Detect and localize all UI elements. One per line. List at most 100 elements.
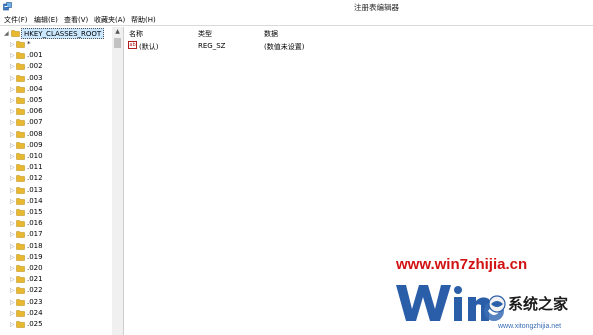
folder-icon: [16, 130, 25, 138]
menu-help[interactable]: 帮助(H): [131, 15, 156, 25]
expand-chevron-icon[interactable]: ▷: [10, 164, 15, 171]
value-row[interactable]: ab (默认) REG_SZ (数值未设置): [125, 40, 593, 51]
tree-item[interactable]: ▷ .009: [0, 140, 112, 151]
scroll-thumb[interactable]: [114, 38, 121, 48]
expand-chevron-icon[interactable]: ▷: [10, 198, 15, 205]
tree-item-label[interactable]: .008: [27, 130, 43, 138]
expand-chevron-icon[interactable]: ▷: [10, 119, 15, 126]
tree-item[interactable]: ▷ .025: [0, 319, 112, 330]
expand-chevron-icon[interactable]: ▷: [10, 63, 15, 70]
tree-item-label[interactable]: .009: [27, 141, 43, 149]
expand-chevron-icon[interactable]: ▷: [10, 52, 15, 59]
expand-chevron-icon[interactable]: ▷: [10, 108, 15, 115]
tree-item-label[interactable]: .025: [27, 320, 43, 328]
tree-item-label[interactable]: .007: [27, 118, 43, 126]
tree-item[interactable]: ▷ .016: [0, 218, 112, 229]
expand-chevron-icon[interactable]: ▷: [10, 142, 15, 149]
tree-item-label[interactable]: .001: [27, 51, 43, 59]
tree-item[interactable]: ▷ .003: [0, 73, 112, 84]
tree-item[interactable]: ▷ .008: [0, 129, 112, 140]
tree-item-label[interactable]: .020: [27, 264, 43, 272]
tree-item[interactable]: ▷ .002: [0, 61, 112, 72]
expand-chevron-icon[interactable]: ▷: [10, 321, 15, 328]
tree-item-label[interactable]: .016: [27, 219, 43, 227]
tree-item-label[interactable]: .014: [27, 197, 43, 205]
tree-item-label[interactable]: .011: [27, 163, 43, 171]
tree-item[interactable]: ▷ .012: [0, 173, 112, 184]
expand-chevron-icon[interactable]: ▷: [10, 299, 15, 306]
expand-chevron-icon[interactable]: ▷: [10, 86, 15, 93]
tree-item[interactable]: ▷ .005: [0, 95, 112, 106]
tree-item-label[interactable]: .018: [27, 242, 43, 250]
tree-item[interactable]: ▷ .001: [0, 50, 112, 61]
column-header-data[interactable]: 数据: [264, 29, 278, 39]
expand-chevron-icon[interactable]: ▷: [10, 97, 15, 104]
expand-chevron-icon[interactable]: ▷: [10, 231, 15, 238]
expand-chevron-icon[interactable]: ▷: [10, 75, 15, 82]
menu-file[interactable]: 文件(F): [4, 15, 28, 25]
folder-icon: [16, 107, 25, 115]
tree-item-label[interactable]: .021: [27, 275, 43, 283]
collapse-chevron-icon[interactable]: ◢: [4, 30, 9, 37]
tree-item[interactable]: ▷ .022: [0, 285, 112, 296]
menu-edit[interactable]: 编辑(E): [34, 15, 58, 25]
column-header-type[interactable]: 类型: [198, 29, 212, 39]
tree-item[interactable]: ▷ .017: [0, 229, 112, 240]
registry-tree[interactable]: ◢ HKEY_CLASSES_ROOT ▷ * ▷ .001 ▷ .002 ▷ .003 ▷ .0…: [0, 27, 124, 335]
expand-chevron-icon[interactable]: ▷: [10, 209, 15, 216]
tree-item[interactable]: ▷ .011: [0, 162, 112, 173]
expand-chevron-icon[interactable]: ▷: [10, 153, 15, 160]
expand-chevron-icon[interactable]: ▷: [10, 265, 15, 272]
tree-item[interactable]: ▷ .015: [0, 207, 112, 218]
tree-item[interactable]: ▷ .023: [0, 297, 112, 308]
menu-favorites[interactable]: 收藏夹(A): [94, 15, 125, 25]
tree-item[interactable]: ▷ .020: [0, 263, 112, 274]
tree-root-label[interactable]: HKEY_CLASSES_ROOT: [21, 28, 105, 39]
tree-item-label[interactable]: .019: [27, 253, 43, 261]
tree-item[interactable]: ▷ .019: [0, 252, 112, 263]
tree-item-label[interactable]: .013: [27, 186, 43, 194]
tree-item-label[interactable]: .024: [27, 309, 43, 317]
watermark-url: www.win7zhijia.cn: [396, 256, 528, 273]
expand-chevron-icon[interactable]: ▷: [10, 220, 15, 227]
expand-chevron-icon[interactable]: ▷: [10, 243, 15, 250]
expand-chevron-icon[interactable]: ▷: [10, 175, 15, 182]
expand-chevron-icon[interactable]: ▷: [10, 310, 15, 317]
tree-item[interactable]: ▷ .018: [0, 241, 112, 252]
scroll-up-arrow-icon[interactable]: ▲: [112, 27, 123, 36]
tree-item-label[interactable]: .002: [27, 62, 43, 70]
column-header-name[interactable]: 名称: [129, 29, 143, 39]
tree-item-label[interactable]: .022: [27, 286, 43, 294]
tree-item-label[interactable]: .017: [27, 230, 43, 238]
tree-item-label[interactable]: .023: [27, 298, 43, 306]
tree-item[interactable]: ▷ .013: [0, 185, 112, 196]
tree-item-label[interactable]: .005: [27, 96, 43, 104]
expand-chevron-icon[interactable]: ▷: [10, 276, 15, 283]
expand-chevron-icon[interactable]: ▷: [10, 41, 15, 48]
tree-item[interactable]: ▷ .010: [0, 151, 112, 162]
tree-item-label[interactable]: .015: [27, 208, 43, 216]
tree-item-label[interactable]: .010: [27, 152, 43, 160]
tree-item-label[interactable]: .004: [27, 85, 43, 93]
tree-item[interactable]: ▷ *: [0, 39, 112, 50]
tree-item-label[interactable]: .006: [27, 107, 43, 115]
expand-chevron-icon[interactable]: ▷: [10, 287, 15, 294]
expand-chevron-icon[interactable]: ▷: [10, 254, 15, 261]
tree-item[interactable]: ▷ .007: [0, 117, 112, 128]
tree-item[interactable]: ▷ .014: [0, 196, 112, 207]
tree-item-label[interactable]: .003: [27, 74, 43, 82]
site-watermark: www.win7zhijia.cn 系统之家 www.xitongzhijia.…: [390, 255, 593, 335]
menu-view[interactable]: 查看(V): [64, 15, 88, 25]
folder-icon: [16, 174, 25, 183]
tree-scrollbar[interactable]: ▲: [112, 27, 123, 335]
tree-item-label[interactable]: *: [27, 40, 31, 48]
tree-item[interactable]: ▷ .024: [0, 308, 112, 319]
expand-chevron-icon[interactable]: ▷: [10, 187, 15, 194]
tree-item[interactable]: ▷ .004: [0, 84, 112, 95]
folder-icon: [16, 219, 25, 227]
expand-chevron-icon[interactable]: ▷: [10, 131, 15, 138]
tree-item-label[interactable]: .012: [27, 174, 43, 182]
tree-item[interactable]: ▷ .006: [0, 106, 112, 117]
value-name: (默认): [139, 43, 159, 51]
tree-item[interactable]: ▷ .021: [0, 274, 112, 285]
